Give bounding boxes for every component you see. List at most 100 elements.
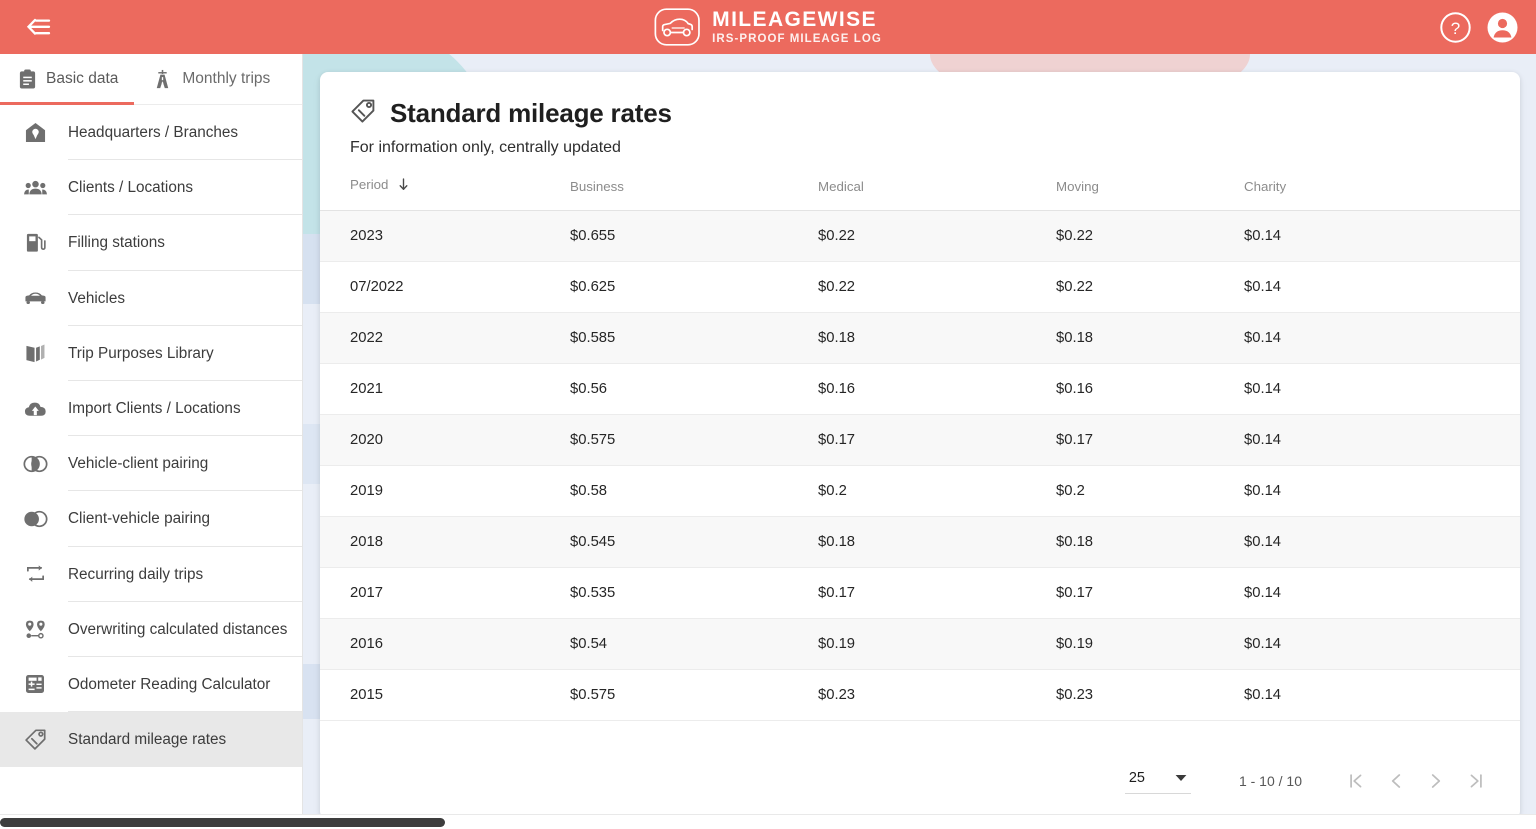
table-cell-business: $0.655 bbox=[570, 211, 818, 262]
table-row[interactable]: 2018$0.545$0.18$0.18$0.14 bbox=[320, 517, 1520, 568]
brand-tagline: IRS-PROOF MILEAGE LOG bbox=[712, 34, 882, 46]
people-icon bbox=[20, 175, 50, 201]
sidebar-item-label: Vehicle-client pairing bbox=[68, 436, 302, 491]
half-circles-right-icon bbox=[20, 506, 50, 532]
table-cell-business: $0.54 bbox=[570, 619, 818, 670]
fuel-pump-icon bbox=[20, 230, 50, 256]
table-row[interactable]: 07/2022$0.625$0.22$0.22$0.14 bbox=[320, 262, 1520, 313]
table-row[interactable]: 2019$0.58$0.2$0.2$0.14 bbox=[320, 466, 1520, 517]
collapse-sidebar-icon[interactable] bbox=[22, 13, 54, 41]
sidebar-item-label: Trip Purposes Library bbox=[68, 326, 302, 381]
sidebar-item-import-clients-locations[interactable]: Import Clients / Locations bbox=[0, 381, 302, 436]
tag-icon bbox=[350, 98, 376, 129]
sidebar-item-vehicles[interactable]: Vehicles bbox=[0, 271, 302, 326]
table-cell-moving: $0.22 bbox=[1056, 262, 1244, 313]
book-icon bbox=[20, 340, 50, 366]
page-title: Standard mileage rates bbox=[390, 98, 672, 129]
clipboard-icon bbox=[18, 69, 37, 90]
table-row[interactable]: 2015$0.575$0.23$0.23$0.14 bbox=[320, 670, 1520, 721]
help-icon[interactable]: ? bbox=[1440, 12, 1471, 43]
sidebar-item-client-vehicle-pairing[interactable]: Client-vehicle pairing bbox=[0, 491, 302, 546]
table-cell-period: 2019 bbox=[320, 466, 570, 517]
sidebar-item-label: Filling stations bbox=[68, 215, 302, 270]
page-header: Standard mileage rates For information o… bbox=[320, 72, 1520, 157]
sidebar-item-odometer-reading-calculator[interactable]: Odometer Reading Calculator bbox=[0, 657, 302, 712]
next-page-button[interactable] bbox=[1416, 761, 1456, 801]
sidebar-item-label: Odometer Reading Calculator bbox=[68, 657, 302, 712]
sidebar-item-label: Overwriting calculated distances bbox=[68, 602, 302, 657]
tab-basic-data[interactable]: Basic data bbox=[0, 54, 134, 104]
table-cell-moving: $0.2 bbox=[1056, 466, 1244, 517]
table-cell-period: 2016 bbox=[320, 619, 570, 670]
table-row[interactable]: 2021$0.56$0.16$0.16$0.14 bbox=[320, 364, 1520, 415]
map-pins-icon bbox=[20, 616, 50, 642]
sort-descending-icon bbox=[398, 178, 409, 194]
table-cell-charity: $0.14 bbox=[1244, 517, 1520, 568]
column-header-moving[interactable]: Moving bbox=[1056, 177, 1244, 211]
column-header-period[interactable]: Period bbox=[320, 177, 570, 211]
user-account-icon[interactable] bbox=[1487, 12, 1518, 43]
table-cell-period: 2020 bbox=[320, 415, 570, 466]
table-header: Period Business Medical Moving Charity bbox=[320, 177, 1520, 211]
table-cell-charity: $0.14 bbox=[1244, 568, 1520, 619]
sidebar-item-clients-locations[interactable]: Clients / Locations bbox=[0, 160, 302, 215]
table-cell-business: $0.58 bbox=[570, 466, 818, 517]
sidebar-item-recurring-daily-trips[interactable]: Recurring daily trips bbox=[0, 547, 302, 602]
page-title-row: Standard mileage rates bbox=[350, 98, 1490, 129]
table-cell-medical: $0.23 bbox=[818, 670, 1056, 721]
sidebar-item-headquarters-branches[interactable]: Headquarters / Branches bbox=[0, 105, 302, 160]
table-cell-charity: $0.14 bbox=[1244, 262, 1520, 313]
column-header-charity[interactable]: Charity bbox=[1244, 177, 1520, 211]
table-cell-business: $0.545 bbox=[570, 517, 818, 568]
car-icon bbox=[20, 285, 50, 311]
column-header-business[interactable]: Business bbox=[570, 177, 818, 211]
horizontal-scrollbar[interactable] bbox=[0, 814, 1536, 829]
table-cell-period: 2015 bbox=[320, 670, 570, 721]
table-row[interactable]: 2023$0.655$0.22$0.22$0.14 bbox=[320, 211, 1520, 262]
tag-icon bbox=[20, 727, 50, 753]
sidebar-item-overwriting-calculated-distances[interactable]: Overwriting calculated distances bbox=[0, 602, 302, 657]
sidebar: Basic data Monthly trips bbox=[0, 54, 303, 819]
table-row[interactable]: 2016$0.54$0.19$0.19$0.14 bbox=[320, 619, 1520, 670]
table-cell-moving: $0.17 bbox=[1056, 568, 1244, 619]
sidebar-item-label: Vehicles bbox=[68, 271, 302, 326]
cloud-upload-icon bbox=[20, 396, 50, 422]
table-row[interactable]: 2020$0.575$0.17$0.17$0.14 bbox=[320, 415, 1520, 466]
table-cell-moving: $0.17 bbox=[1056, 415, 1244, 466]
tab-monthly-trips[interactable]: Monthly trips bbox=[134, 54, 286, 104]
table-cell-moving: $0.23 bbox=[1056, 670, 1244, 721]
sidebar-item-standard-mileage-rates[interactable]: Standard mileage rates bbox=[0, 712, 302, 767]
table-cell-medical: $0.19 bbox=[818, 619, 1056, 670]
tab-basic-data-label: Basic data bbox=[46, 70, 118, 88]
highway-icon bbox=[152, 69, 173, 90]
tab-monthly-trips-label: Monthly trips bbox=[182, 70, 270, 88]
previous-page-button[interactable] bbox=[1376, 761, 1416, 801]
table-cell-medical: $0.17 bbox=[818, 415, 1056, 466]
page-size-value: 25 bbox=[1129, 770, 1145, 786]
sidebar-item-filling-stations[interactable]: Filling stations bbox=[0, 215, 302, 270]
table-cell-business: $0.585 bbox=[570, 313, 818, 364]
topbar-actions: ? bbox=[1440, 0, 1518, 54]
column-header-medical[interactable]: Medical bbox=[818, 177, 1056, 211]
top-app-bar: MILEAGEWISE IRS-PROOF MILEAGE LOG ? bbox=[0, 0, 1536, 54]
standard-mileage-rates-table: Period Business Medical Moving Charity 2… bbox=[320, 177, 1520, 721]
first-page-button[interactable] bbox=[1336, 761, 1376, 801]
table-cell-charity: $0.14 bbox=[1244, 466, 1520, 517]
table-cell-period: 07/2022 bbox=[320, 262, 570, 313]
sidebar-item-trip-purposes-library[interactable]: Trip Purposes Library bbox=[0, 326, 302, 381]
table-cell-charity: $0.14 bbox=[1244, 313, 1520, 364]
horizontal-scrollbar-thumb[interactable] bbox=[0, 818, 445, 827]
table-cell-moving: $0.18 bbox=[1056, 313, 1244, 364]
sidebar-item-label: Clients / Locations bbox=[68, 160, 302, 215]
table-row[interactable]: 2017$0.535$0.17$0.17$0.14 bbox=[320, 568, 1520, 619]
sidebar-item-vehicle-client-pairing[interactable]: Vehicle-client pairing bbox=[0, 436, 302, 491]
last-page-button[interactable] bbox=[1456, 761, 1496, 801]
page-subtitle: For information only, centrally updated bbox=[350, 139, 1490, 157]
table-row[interactable]: 2022$0.585$0.18$0.18$0.14 bbox=[320, 313, 1520, 364]
page-size-select[interactable]: 25 bbox=[1125, 769, 1191, 794]
table-cell-medical: $0.22 bbox=[818, 211, 1056, 262]
table-cell-period: 2018 bbox=[320, 517, 570, 568]
table-cell-moving: $0.19 bbox=[1056, 619, 1244, 670]
table-cell-business: $0.56 bbox=[570, 364, 818, 415]
table-cell-medical: $0.22 bbox=[818, 262, 1056, 313]
